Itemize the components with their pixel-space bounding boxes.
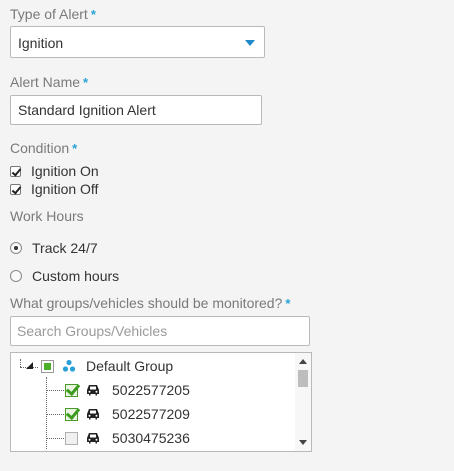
tree-scrollbar[interactable] [295,353,311,451]
alert-name-label: Alert Name * [10,74,88,90]
car-icon [87,385,99,396]
ignition-on-checkbox[interactable] [10,165,21,177]
tree-connector [46,414,64,415]
group-icon [62,359,76,372]
scroll-up-icon[interactable] [299,359,307,364]
work-hours-label: Work Hours [10,208,84,224]
vehicle-checkbox[interactable] [65,407,78,421]
type-of-alert-label: Type of Alert * [10,6,96,22]
required-marker: * [83,75,89,90]
required-marker: * [285,296,291,311]
ignition-off-option[interactable]: Ignition Off [10,181,98,197]
monitoring-label: What groups/vehicles should be monitored… [10,295,290,311]
tree-connector [46,390,64,391]
groups-vehicles-tree[interactable]: Default Group 5022577205 5022577209 5030… [10,352,312,452]
vehicle-label: 5022577205 [112,382,190,398]
scroll-thumb[interactable] [298,370,308,387]
groups-vehicles-search-input[interactable]: Search Groups/Vehicles [10,316,310,346]
ignition-off-label: Ignition Off [31,181,99,197]
alert-type-select[interactable]: Ignition [10,26,265,58]
tree-group-row[interactable]: Default Group [41,355,173,377]
vehicle-checkbox[interactable] [65,431,78,445]
condition-label-text: Condition [10,140,70,156]
vehicle-label: 5030475236 [112,430,190,446]
scroll-down-icon[interactable] [299,440,307,445]
condition-label: Condition * [10,140,77,156]
custom-hours-label: Custom hours [32,268,120,284]
custom-hours-option[interactable]: Custom hours [10,268,119,284]
tree-connector [20,359,21,367]
work-hours-label-text: Work Hours [10,208,84,224]
car-icon [87,409,99,420]
alert-name-input[interactable]: Standard Ignition Alert [10,95,262,125]
group-checkbox[interactable] [41,359,54,373]
track-24-7-option[interactable]: Track 24/7 [10,240,98,256]
tree-vehicle-row[interactable]: 5022577205 [65,379,190,401]
collapse-arrow-icon[interactable] [25,361,35,371]
group-label: Default Group [86,358,174,374]
ignition-off-checkbox[interactable] [10,183,21,195]
tree-vehicle-row[interactable]: 5022577209 [65,403,190,425]
chevron-down-icon [245,40,255,46]
tree-vehicle-row[interactable]: 5030475236 [65,427,190,449]
alert-type-value: Ignition [18,35,64,51]
alert-name-label-text: Alert Name [10,74,81,90]
type-of-alert-label-text: Type of Alert [10,6,88,22]
ignition-on-label: Ignition On [31,163,99,179]
track-24-7-radio[interactable] [10,242,22,254]
vehicle-checkbox[interactable] [65,383,78,397]
custom-hours-radio[interactable] [10,270,22,282]
track-24-7-label: Track 24/7 [32,240,98,256]
vehicle-label: 5022577209 [112,406,190,422]
monitoring-label-text: What groups/vehicles should be monitored… [10,295,283,311]
car-icon [87,433,99,444]
required-marker: * [90,7,96,22]
tree-connector [46,438,64,439]
ignition-on-option[interactable]: Ignition On [10,163,99,179]
required-marker: * [72,141,78,156]
